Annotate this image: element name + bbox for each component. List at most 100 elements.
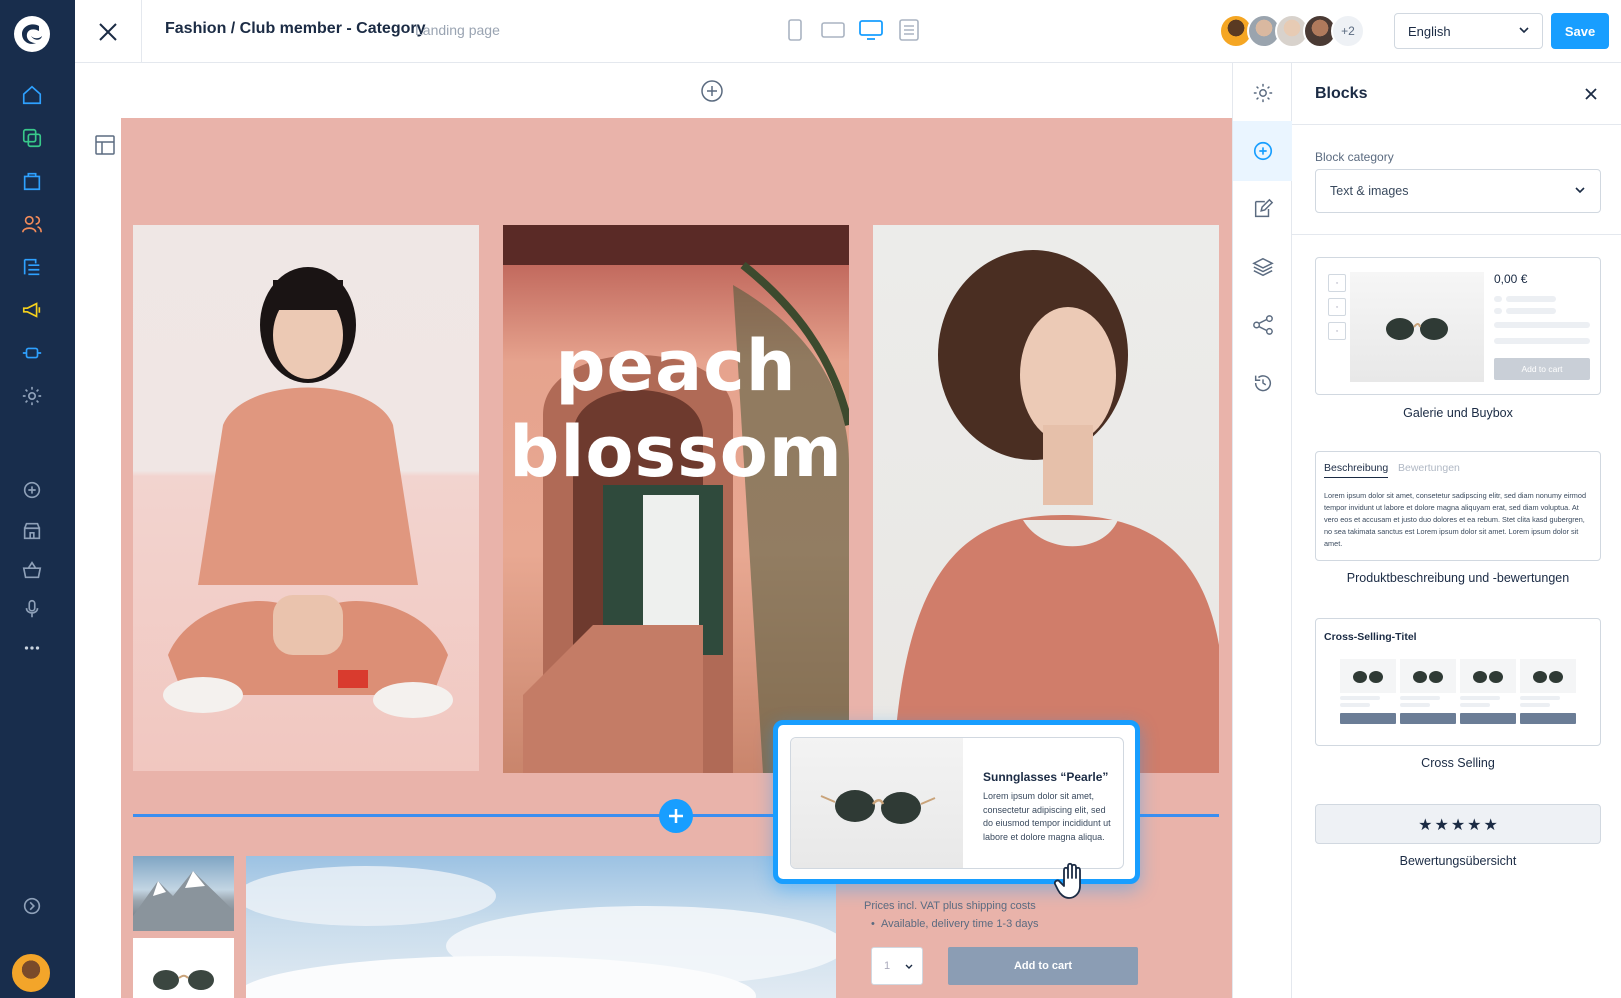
edit-tool[interactable]: [1233, 179, 1292, 239]
cross-selling-item: [1460, 659, 1516, 733]
main-navigation: [0, 0, 75, 998]
quantity-select[interactable]: 1: [871, 947, 923, 985]
close-editor-button[interactable]: [75, 0, 142, 63]
mini-sunglasses-image: [1350, 272, 1484, 382]
tab-description: Beschreibung: [1324, 462, 1389, 478]
tab-reviews: Bewertungen: [1398, 462, 1460, 474]
chevron-down-icon: [1519, 27, 1529, 34]
placeholder-bar: [1494, 296, 1502, 302]
availability-value: Available, delivery time 1-3 days: [880, 918, 1039, 930]
cross-selling-item: [1340, 659, 1396, 733]
layers-tool[interactable]: [1233, 237, 1292, 297]
placeholder-bar: [1494, 308, 1502, 314]
sunglasses-image: [791, 738, 963, 868]
edit-icon: [1254, 198, 1273, 218]
marketing-icon[interactable]: [17, 295, 47, 325]
plus-icon: [669, 809, 683, 823]
page-type-label: Landing page: [415, 22, 500, 38]
storefront-icon[interactable]: [17, 516, 47, 546]
content-icon[interactable]: [17, 252, 47, 282]
plus-circle-icon: [1253, 141, 1272, 161]
blocks-panel: Blocks Block category Text & images ▫ ▫ …: [1292, 63, 1621, 998]
more-collaborators-badge[interactable]: +2: [1331, 14, 1365, 48]
microphone-icon[interactable]: [17, 594, 47, 624]
divider: [1292, 124, 1621, 125]
close-icon: [99, 22, 117, 41]
block-label: Produktbeschreibung und -bewertungen: [1346, 571, 1570, 585]
gallery-main-image[interactable]: [236, 856, 846, 998]
star-rating-icon: ★★★★★: [1418, 817, 1500, 834]
desktop-view-icon[interactable]: [859, 18, 883, 42]
product-title: Sunnglasses “Pearle”: [983, 770, 1109, 784]
placeholder-bar: [1506, 296, 1556, 302]
catalogue-icon[interactable]: [17, 123, 47, 153]
customers-icon[interactable]: [17, 209, 47, 239]
close-icon[interactable]: [1584, 87, 1598, 101]
collaborator-avatars: +2: [1219, 14, 1365, 48]
add-to-cart-button[interactable]: Add to cart: [948, 947, 1138, 985]
share-tool[interactable]: [1233, 295, 1292, 355]
gallery-thumbnail-sunglasses[interactable]: [133, 938, 234, 998]
mobile-view-icon[interactable]: [783, 18, 807, 42]
add-blocks-tool[interactable]: [1233, 121, 1292, 181]
add-section-icon[interactable]: [700, 79, 724, 103]
section-layout-icon[interactable]: [94, 134, 116, 156]
language-select[interactable]: English: [1394, 13, 1543, 49]
block-product-description[interactable]: Beschreibung Bewertungen Lorem ipsum dol…: [1315, 451, 1601, 561]
architecture-photo[interactable]: [503, 225, 849, 773]
history-icon: [1254, 375, 1271, 392]
hero-line-1: peach: [555, 325, 797, 407]
product-box-preview: Sunnglasses “Pearle” Lorem ipsum dolor s…: [790, 737, 1124, 869]
share-icon: [1252, 315, 1273, 335]
language-value: English: [1408, 24, 1451, 39]
hero-headline[interactable]: peach blossom: [503, 323, 849, 495]
block-category-select[interactable]: Text & images: [1315, 169, 1601, 213]
divider: [1292, 234, 1621, 235]
placeholder-bar: [1494, 322, 1590, 328]
availability-text: • Available, delivery time 1-3 days: [871, 918, 1039, 930]
layers-icon: [1251, 257, 1274, 277]
block-label: Cross Selling: [1421, 756, 1495, 770]
grab-cursor-icon: [1053, 862, 1081, 899]
mini-price: 0,00 €: [1494, 272, 1528, 286]
placeholder-bar: [1506, 308, 1556, 314]
block-category-label: Block category: [1315, 150, 1394, 164]
cross-selling-item: [1400, 659, 1456, 733]
block-category-value: Text & images: [1330, 184, 1409, 198]
save-button[interactable]: Save: [1551, 13, 1609, 49]
extensions-icon[interactable]: [17, 338, 47, 368]
panel-title: Blocks: [1315, 85, 1368, 102]
block-label: Galerie und Buybox: [1403, 406, 1513, 420]
device-switcher: [783, 18, 921, 42]
mini-thumbnail: ▫: [1328, 274, 1346, 292]
mini-add-to-cart: Add to cart: [1494, 358, 1590, 380]
page-title: Fashion / Club member - Category: [165, 20, 426, 37]
gallery-thumbnail-mountain[interactable]: [133, 856, 234, 931]
block-label: Bewertungsübersicht: [1399, 854, 1517, 868]
quantity-value: 1: [884, 960, 891, 972]
model-photo-left[interactable]: [133, 225, 479, 771]
add-sales-channel-icon[interactable]: [17, 475, 47, 505]
description-text: Lorem ipsum dolor sit amet, consetetur s…: [1324, 491, 1586, 548]
add-block-button[interactable]: [659, 799, 693, 833]
gear-icon: [1253, 83, 1272, 103]
basket-icon[interactable]: [17, 555, 47, 585]
more-icon[interactable]: [17, 633, 47, 663]
mini-thumbnail: ▫: [1328, 298, 1346, 316]
tablet-view-icon[interactable]: [821, 18, 845, 42]
user-avatar[interactable]: [12, 954, 50, 992]
settings-icon[interactable]: [17, 381, 47, 411]
shopware-logo[interactable]: [14, 16, 50, 52]
model-photo-right[interactable]: [873, 225, 1219, 773]
page-settings-tool[interactable]: [1233, 63, 1292, 123]
chevron-down-icon: [905, 964, 913, 969]
price-note: Prices incl. VAT plus shipping costs: [864, 900, 1036, 912]
dashboard-icon[interactable]: [17, 80, 47, 110]
block-cross-selling[interactable]: Cross-Selling-Titel: [1315, 618, 1601, 746]
collapse-menu-icon[interactable]: [17, 891, 47, 921]
form-view-icon[interactable]: [897, 18, 921, 42]
block-gallery-buybox[interactable]: ▫ ▫ ▫ 0,00 € Add to cart: [1315, 257, 1601, 395]
block-rating-overview[interactable]: ★★★★★: [1315, 804, 1601, 844]
orders-icon[interactable]: [17, 166, 47, 196]
history-tool[interactable]: [1233, 353, 1292, 413]
